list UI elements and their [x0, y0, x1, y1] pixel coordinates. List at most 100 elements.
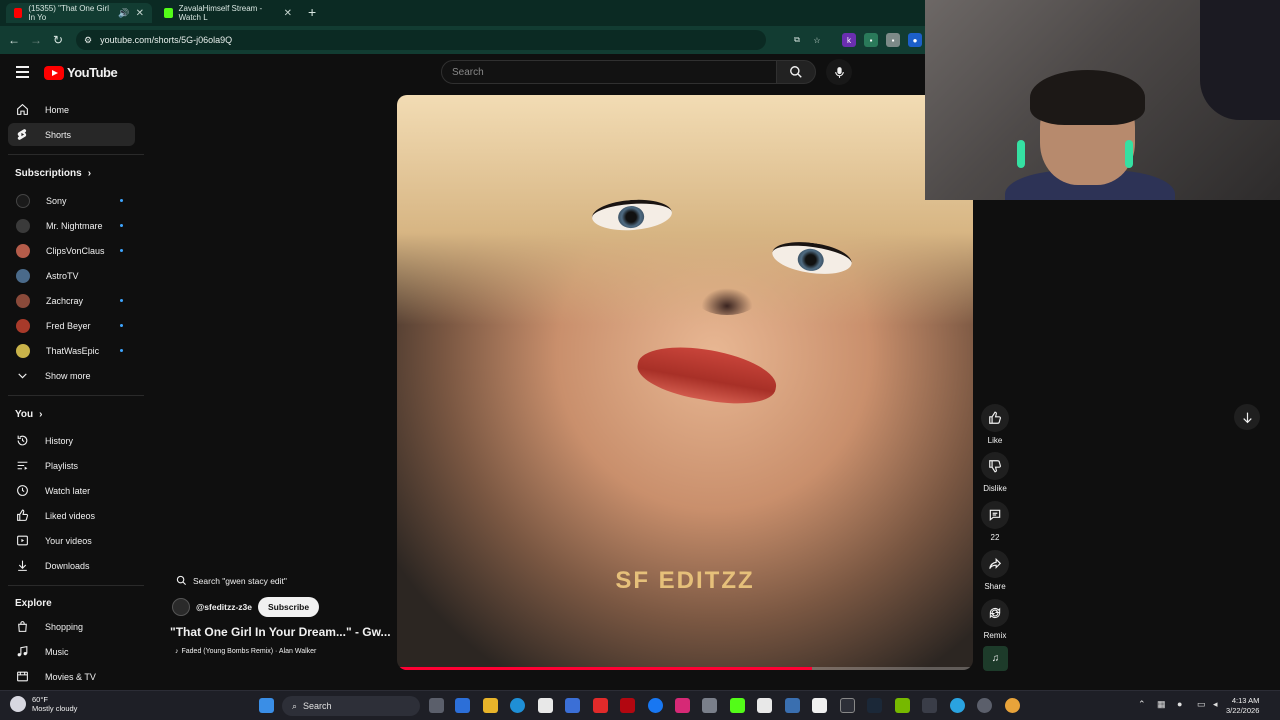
chevron-up-icon[interactable]: ⌃ — [1138, 699, 1146, 710]
weather-widget[interactable]: 60°F Mostly cloudy — [10, 695, 77, 713]
install-app-icon[interactable]: ⧉ — [790, 33, 804, 47]
instagram-icon[interactable] — [675, 698, 690, 713]
extension-blue-icon[interactable]: ● — [908, 33, 922, 47]
search-button[interactable] — [776, 60, 816, 84]
mail-icon[interactable] — [565, 698, 580, 713]
search-suggestion-chip[interactable]: Search "gwen stacy edit" — [170, 572, 293, 589]
app-icon[interactable] — [702, 698, 717, 713]
chrome-icon[interactable] — [1005, 698, 1020, 713]
sidebar-item-clipsvonclaus[interactable]: ClipsVonClaus — [8, 239, 135, 262]
sidebar-item-playlists[interactable]: Playlists — [8, 454, 135, 477]
netflix-icon[interactable] — [620, 698, 635, 713]
app-icon[interactable] — [785, 698, 800, 713]
like-button[interactable]: Like — [980, 404, 1010, 445]
youtube-app-icon[interactable] — [593, 698, 608, 713]
url-field[interactable]: ⚙ youtube.com/shorts/5G-j06ola9Q — [76, 30, 766, 50]
voice-search-button[interactable] — [826, 59, 852, 85]
sidebar-item-zachcray[interactable]: Zachcray — [8, 289, 135, 312]
site-info-icon[interactable]: ⚙ — [84, 35, 92, 46]
sidebar-item-shopping[interactable]: Shopping — [8, 615, 135, 638]
telegram-icon[interactable] — [950, 698, 965, 713]
volume-icon[interactable]: ◂ — [1213, 699, 1218, 710]
kick-icon[interactable] — [730, 698, 745, 713]
sidebar-item-movies-tv[interactable]: Movies & TV — [8, 665, 135, 688]
sidebar-item-home[interactable]: Home — [8, 98, 135, 121]
close-tab-icon[interactable]: ✕ — [136, 8, 144, 19]
forward-icon[interactable]: → — [25, 33, 47, 47]
music-attribution[interactable]: ♪ Faded (Young Bombs Remix) · Alan Walke… — [175, 648, 316, 655]
sidebar-item-astrotv[interactable]: AstroTV — [8, 264, 135, 287]
sidebar-item-thatwasepic[interactable]: ThatWasEpic — [8, 339, 135, 362]
remix-button[interactable]: Remix — [980, 599, 1010, 640]
tab-youtube-short[interactable]: (15355) "That One Girl In Yo 🔊 ✕ — [6, 3, 152, 23]
facebook-icon[interactable] — [648, 698, 663, 713]
copilot-icon[interactable] — [455, 698, 470, 713]
sidebar-item-history[interactable]: History — [8, 429, 135, 452]
channel-avatar[interactable] — [172, 598, 190, 616]
sound-thumbnail[interactable]: ♫ — [983, 646, 1008, 671]
extension-gray-icon[interactable]: ▪ — [886, 33, 900, 47]
windows-start-icon[interactable] — [259, 698, 274, 713]
edge-icon[interactable] — [510, 698, 525, 713]
sidebar-item-fred-beyer[interactable]: Fred Beyer — [8, 314, 135, 337]
microphone-icon — [834, 66, 844, 78]
tab-kick-stream[interactable]: ZavalaHimself Stream - Watch L ✕ — [156, 3, 300, 23]
sidebar-item-sony[interactable]: Sony — [8, 189, 135, 212]
download-icon — [18, 560, 27, 571]
file-explorer-icon[interactable] — [483, 698, 498, 713]
new-tab-icon[interactable]: + — [308, 4, 316, 20]
channel-name[interactable]: @sfeditzz-z3e — [196, 602, 252, 612]
search-input[interactable]: Search — [441, 60, 777, 84]
history-icon — [17, 435, 28, 446]
amazon-icon[interactable] — [757, 698, 772, 713]
sidebar-item-label: Shorts — [45, 129, 72, 140]
show-more-button[interactable]: Show more — [8, 364, 135, 387]
sidebar-item-downloads[interactable]: Downloads — [8, 554, 135, 577]
nvidia-icon[interactable] — [895, 698, 910, 713]
subscribe-button[interactable]: Subscribe — [258, 597, 320, 617]
roblox-icon[interactable] — [812, 698, 827, 713]
app-icon[interactable] — [922, 698, 937, 713]
sidebar-item-mr-nightmare[interactable]: Mr. Nightmare — [8, 214, 135, 237]
hamburger-menu-icon[interactable] — [16, 66, 29, 78]
steam-icon[interactable] — [867, 698, 882, 713]
system-clock[interactable]: 4:13 AM 3/22/2026 — [1226, 696, 1259, 716]
bookmark-star-icon[interactable]: ☆ — [810, 33, 824, 47]
youtube-logo[interactable]: YouTube — [44, 65, 118, 80]
sidebar-item-label: Your videos — [45, 535, 92, 546]
share-button[interactable]: Share — [980, 550, 1010, 591]
sidebar-item-shorts[interactable]: Shorts — [8, 123, 135, 146]
thumbs-up-icon — [989, 411, 1002, 424]
back-icon[interactable]: ← — [3, 33, 25, 47]
app-icon[interactable] — [840, 698, 855, 713]
extension-green-icon[interactable]: ▪ — [864, 33, 878, 47]
you-heading[interactable]: You › — [15, 409, 43, 420]
next-short-button[interactable] — [1234, 404, 1260, 430]
temperature: 60°F — [32, 695, 48, 704]
short-video-player[interactable]: SF EDITZZ — [397, 95, 973, 670]
extension-k-icon[interactable]: k — [842, 33, 856, 47]
sidebar-item-label: Downloads — [45, 560, 90, 571]
sidebar-item-watch-later[interactable]: Watch later — [8, 479, 135, 502]
sidebar-item-music[interactable]: Music — [8, 640, 135, 663]
search-suggestion-text: Search "gwen stacy edit" — [193, 575, 287, 586]
explore-heading: Explore — [15, 598, 52, 609]
subscriptions-heading[interactable]: Subscriptions › — [15, 168, 91, 179]
reload-icon[interactable]: ↻ — [47, 33, 69, 47]
display-icon[interactable]: ▭ — [1197, 699, 1206, 710]
speaker-icon[interactable]: 🔊 — [118, 8, 129, 19]
sidebar-item-your-videos[interactable]: Your videos — [8, 529, 135, 552]
youtube-play-icon — [44, 65, 64, 80]
short-title[interactable]: "That One Girl In Your Dream..." - Gw... — [170, 625, 391, 639]
task-view-icon[interactable] — [429, 698, 444, 713]
microphone-icon[interactable]: ● — [1177, 699, 1182, 709]
sidebar-item-label: ClipsVonClaus — [46, 245, 105, 256]
store-icon[interactable] — [538, 698, 553, 713]
dislike-button[interactable]: Dislike — [980, 452, 1010, 493]
comments-button[interactable]: 22 — [980, 501, 1010, 542]
sidebar-item-liked-videos[interactable]: Liked videos — [8, 504, 135, 527]
settings-icon[interactable] — [977, 698, 992, 713]
close-tab-icon[interactable]: ✕ — [284, 8, 292, 19]
network-icon[interactable]: ▦ — [1157, 699, 1166, 710]
taskbar-search[interactable]: ⌕ Search — [282, 696, 420, 716]
